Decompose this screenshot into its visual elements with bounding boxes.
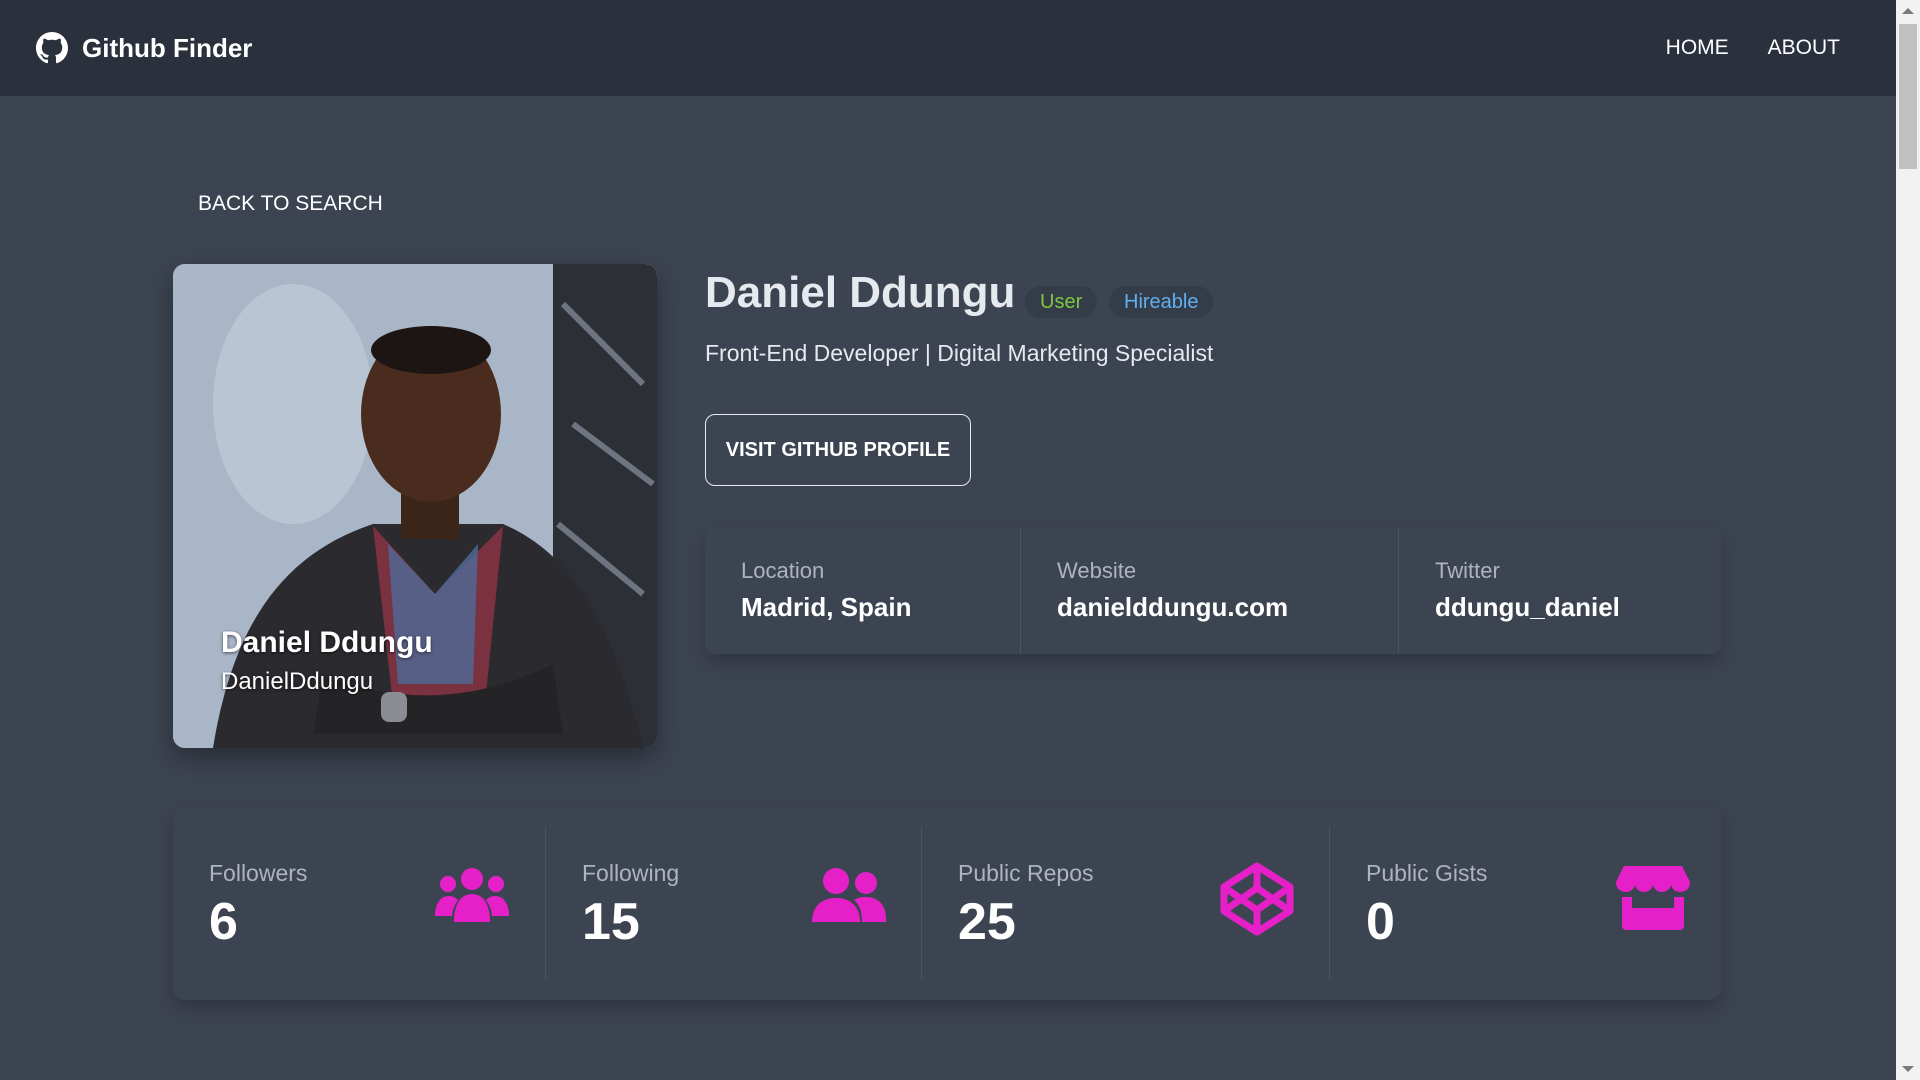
user-friends-icon	[812, 868, 886, 922]
stat-label: Public Gists	[1366, 860, 1488, 886]
navbar: Github Finder HOME ABOUT	[0, 0, 1896, 96]
detail-website[interactable]: Website danielddungu.com	[1020, 528, 1398, 654]
nav-link-home[interactable]: HOME	[1666, 36, 1729, 60]
user-name: Daniel Ddungu	[705, 268, 1016, 317]
stat-label: Followers	[209, 860, 308, 886]
stats-panel: Followers 6 Following 15 Public Repos 25…	[173, 806, 1721, 1000]
store-icon	[1616, 866, 1690, 930]
visit-github-profile-button[interactable]: VISIT GITHUB PROFILE	[705, 414, 971, 486]
detail-value[interactable]: danielddungu.com	[1057, 592, 1398, 623]
page: Github Finder HOME ABOUT BACK TO SEARCH	[0, 0, 1920, 1080]
github-icon	[36, 32, 68, 64]
vertical-scrollbar[interactable]	[1896, 0, 1920, 1080]
back-to-search-link[interactable]: BACK TO SEARCH	[198, 192, 383, 216]
nav-links: HOME ABOUT	[1666, 36, 1840, 60]
details-panel: Location Madrid, Spain Website danielddu…	[705, 528, 1721, 654]
stat-public-gists: Public Gists 0	[1329, 826, 1721, 980]
stat-value: 25	[958, 893, 1016, 951]
profile-card: Daniel Ddungu DanielDdungu	[173, 264, 657, 748]
stat-label: Following	[582, 860, 680, 886]
brand-name: Github Finder	[82, 32, 253, 63]
stat-value: 0	[1366, 893, 1395, 951]
detail-label: Website	[1057, 558, 1137, 583]
stat-value: 6	[209, 893, 238, 951]
scroll-down-arrow-icon[interactable]	[1902, 1066, 1914, 1072]
stat-value: 15	[582, 893, 640, 951]
detail-label: Twitter	[1435, 558, 1500, 583]
detail-twitter[interactable]: Twitter ddungu_daniel	[1398, 528, 1721, 654]
scroll-up-arrow-icon[interactable]	[1902, 8, 1914, 14]
detail-location: Location Madrid, Spain	[705, 528, 1020, 654]
scrollbar-thumb[interactable]	[1899, 24, 1917, 169]
users-icon	[435, 868, 509, 922]
stat-public-repos: Public Repos 25	[921, 826, 1329, 980]
user-bio: Front-End Developer | Digital Marketing …	[705, 340, 1214, 366]
stat-following: Following 15	[545, 826, 921, 980]
codepen-icon	[1220, 862, 1294, 936]
nav-link-about[interactable]: ABOUT	[1768, 36, 1840, 60]
card-name: Daniel Ddungu	[221, 626, 433, 659]
card-login: DanielDdungu	[221, 668, 374, 695]
detail-label: Location	[741, 558, 825, 583]
brand[interactable]: Github Finder	[36, 32, 252, 64]
detail-value: Madrid, Spain	[741, 592, 912, 622]
detail-value[interactable]: ddungu_daniel	[1435, 592, 1721, 623]
hireable-badge: Hireable	[1109, 286, 1214, 318]
stat-followers: Followers 6	[173, 826, 545, 980]
user-type-badge: User	[1025, 286, 1098, 318]
stat-label: Public Repos	[958, 860, 1094, 886]
